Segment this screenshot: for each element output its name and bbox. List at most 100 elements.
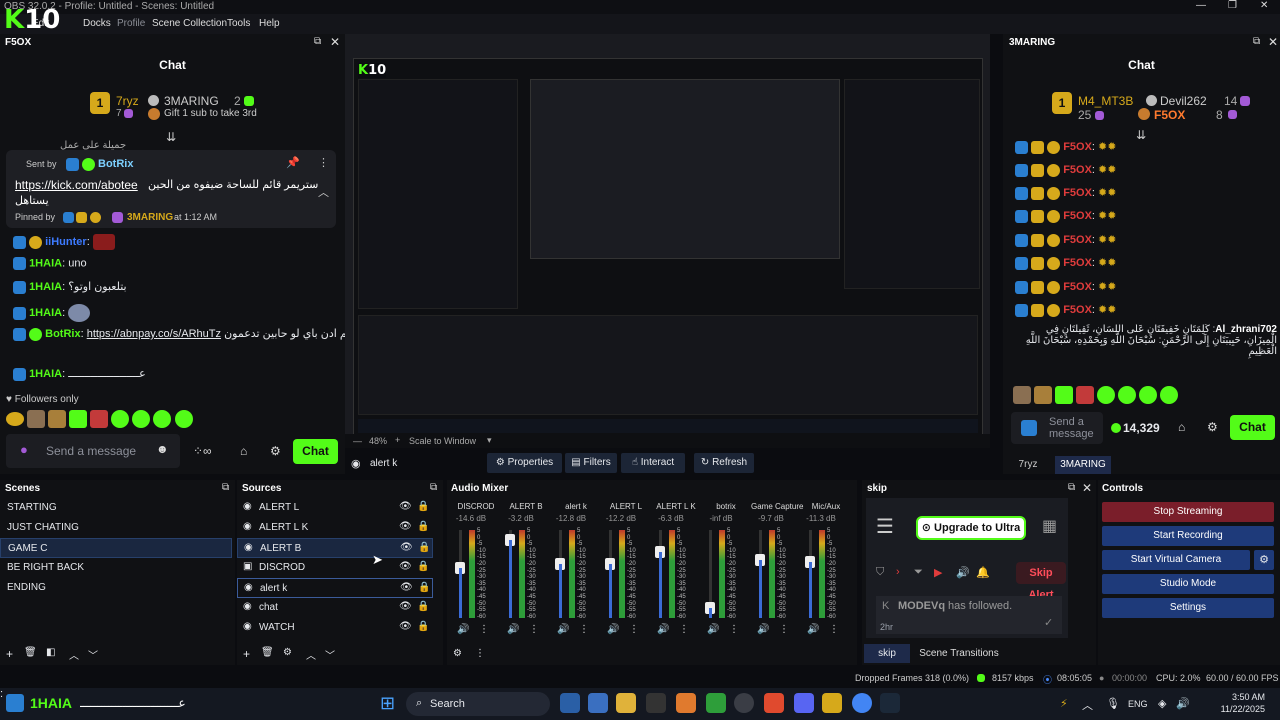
- source-item[interactable]: ◉ ALERT L K 👁 🔒: [237, 518, 433, 538]
- undock-icon[interactable]: ⧉: [222, 482, 229, 493]
- emote-icon[interactable]: [90, 410, 109, 428]
- emote-icon[interactable]: [1055, 386, 1074, 404]
- mute-icon[interactable]: 🔊: [457, 624, 469, 635]
- app-icon[interactable]: [822, 693, 842, 713]
- add-scene-icon[interactable]: +: [6, 647, 13, 661]
- emote-icon[interactable]: [1118, 386, 1137, 404]
- emote-icon[interactable]: [153, 410, 172, 428]
- move-up-icon[interactable]: ︿: [69, 647, 79, 662]
- source-item-selected[interactable]: ◉ ALERT B 👁 🔒: [237, 538, 433, 558]
- pinned-link[interactable]: https://kick.com/abotee: [15, 178, 138, 192]
- shield-icon[interactable]: ⛉: [876, 566, 884, 579]
- virtual-camera-settings-icon[interactable]: ⚙: [1254, 550, 1274, 570]
- volume-icon[interactable]: 🔊: [1176, 697, 1190, 710]
- undock-icon[interactable]: ⧉: [1253, 36, 1260, 47]
- start-virtual-camera-button[interactable]: Start Virtual Camera: [1102, 550, 1250, 570]
- chrome-icon[interactable]: [852, 693, 872, 713]
- pin-icon[interactable]: 📌: [286, 156, 300, 169]
- source-item[interactable]: ▣ DISCROD 👁 🔒: [237, 558, 433, 578]
- emote-icon[interactable]: [69, 410, 88, 428]
- mute-icon[interactable]: 🔊: [607, 624, 619, 635]
- store-icon[interactable]: ⌂: [240, 444, 247, 458]
- close-icon[interactable]: ✕: [1268, 35, 1278, 49]
- settings-icon[interactable]: ⚙: [270, 444, 281, 458]
- check-icon[interactable]: ✓: [1044, 616, 1053, 629]
- emote-icon[interactable]: [6, 412, 24, 426]
- lock-icon[interactable]: 🔒: [417, 501, 429, 512]
- more-options-icon[interactable]: ⋮: [779, 624, 789, 635]
- maximize-button[interactable]: ❐: [1228, 0, 1237, 11]
- emote-icon[interactable]: [1097, 386, 1116, 404]
- settings-icon[interactable]: ⚙: [1207, 420, 1218, 434]
- mixer-settings-icon[interactable]: ⚙: [453, 648, 462, 659]
- tab-skip[interactable]: skip: [864, 644, 910, 663]
- mute-icon[interactable]: 🔊: [757, 624, 769, 635]
- xbox-icon[interactable]: [706, 693, 726, 713]
- undock-icon[interactable]: ⧉: [314, 36, 321, 47]
- add-source-icon[interactable]: +: [243, 647, 250, 661]
- lock-icon[interactable]: 🔒: [417, 601, 429, 612]
- mute-icon[interactable]: 🔊: [807, 624, 819, 635]
- remove-icon[interactable]: 🗑: [261, 647, 274, 658]
- emote-icon[interactable]: [48, 410, 67, 428]
- source-item-selected[interactable]: ◉ alert k 👁 🔒: [237, 578, 433, 598]
- points-icon[interactable]: ⁘∞: [193, 444, 212, 458]
- source-item[interactable]: ◉ WATCH 👁 🔒: [237, 618, 433, 638]
- emoji-icon[interactable]: ☻: [156, 442, 169, 456]
- more-options-icon[interactable]: ⋮: [529, 624, 539, 635]
- mic-icon[interactable]: 🎙: [1106, 697, 1120, 710]
- explorer-icon[interactable]: [616, 693, 636, 713]
- scene-item[interactable]: BE RIGHT BACK: [0, 558, 232, 578]
- epic-games-icon[interactable]: [646, 693, 666, 713]
- obs-icon[interactable]: [734, 693, 754, 713]
- minimize-button[interactable]: —: [1196, 0, 1206, 11]
- move-up-icon[interactable]: ︿: [306, 647, 316, 662]
- menu-profile[interactable]: Profile: [117, 18, 145, 29]
- undock-icon[interactable]: ⧉: [1068, 482, 1075, 493]
- lock-icon[interactable]: 🔒: [417, 621, 429, 632]
- move-down-icon[interactable]: ﹀: [325, 647, 335, 662]
- preview-area[interactable]: K10: [345, 34, 990, 442]
- discord-icon[interactable]: [794, 693, 814, 713]
- more-options-icon[interactable]: ⋮: [479, 624, 489, 635]
- start-recording-button[interactable]: Start Recording: [1102, 526, 1274, 546]
- lock-icon[interactable]: 🔒: [417, 521, 429, 532]
- app-icon[interactable]: [676, 693, 696, 713]
- upgrade-button[interactable]: ⊙ Upgrade to Ultra: [916, 516, 1026, 540]
- chevron-right-icon[interactable]: ›: [896, 566, 900, 578]
- studio-mode-button[interactable]: Studio Mode: [1102, 574, 1274, 594]
- stop-streaming-button[interactable]: Stop Streaming: [1102, 502, 1274, 522]
- emote-icon[interactable]: [132, 410, 151, 428]
- play-icon[interactable]: ▶: [934, 566, 942, 579]
- chevron-down-icon[interactable]: ▾: [487, 435, 492, 446]
- visibility-icon[interactable]: 👁: [399, 521, 412, 532]
- scene-item[interactable]: STARTING: [0, 498, 232, 518]
- emote-icon[interactable]: [1013, 386, 1031, 404]
- source-item[interactable]: ◉ ALERT L 👁 🔒: [237, 498, 433, 518]
- lock-icon[interactable]: 🔒: [417, 561, 429, 572]
- more-options-icon[interactable]: ⋮: [475, 648, 485, 659]
- emote-icon[interactable]: [111, 410, 130, 428]
- emote-icon[interactable]: [1076, 386, 1095, 404]
- menu-scene-collection[interactable]: Scene Collection: [152, 18, 227, 29]
- visibility-icon[interactable]: 👁: [399, 501, 412, 512]
- chat-input[interactable]: Send a message: [1011, 412, 1103, 444]
- close-icon[interactable]: ✕: [330, 35, 340, 49]
- lock-icon[interactable]: 🔒: [418, 582, 430, 593]
- more-options-icon[interactable]: ⋮: [729, 624, 739, 635]
- mute-icon[interactable]: 🔊: [657, 624, 669, 635]
- volume-icon[interactable]: 🔊: [956, 566, 970, 579]
- menu-tools[interactable]: Tools: [227, 18, 250, 29]
- settings-icon[interactable]: ⚙: [283, 647, 292, 658]
- filter-icon[interactable]: ⏷: [914, 566, 923, 579]
- visibility-icon[interactable]: 👁: [400, 542, 413, 553]
- scene-item-selected[interactable]: GAME C: [0, 538, 232, 558]
- visibility-icon[interactable]: 👁: [399, 621, 412, 632]
- emote-icon[interactable]: [1139, 386, 1158, 404]
- grid-icon[interactable]: ▦: [1042, 516, 1057, 536]
- more-options-icon[interactable]: ⋮: [318, 156, 329, 169]
- emote-icon[interactable]: [174, 410, 193, 428]
- properties-button[interactable]: ⚙ Properties: [487, 453, 562, 473]
- chevron-up-icon[interactable]: ︿: [1082, 697, 1093, 713]
- steam-icon[interactable]: [880, 693, 900, 713]
